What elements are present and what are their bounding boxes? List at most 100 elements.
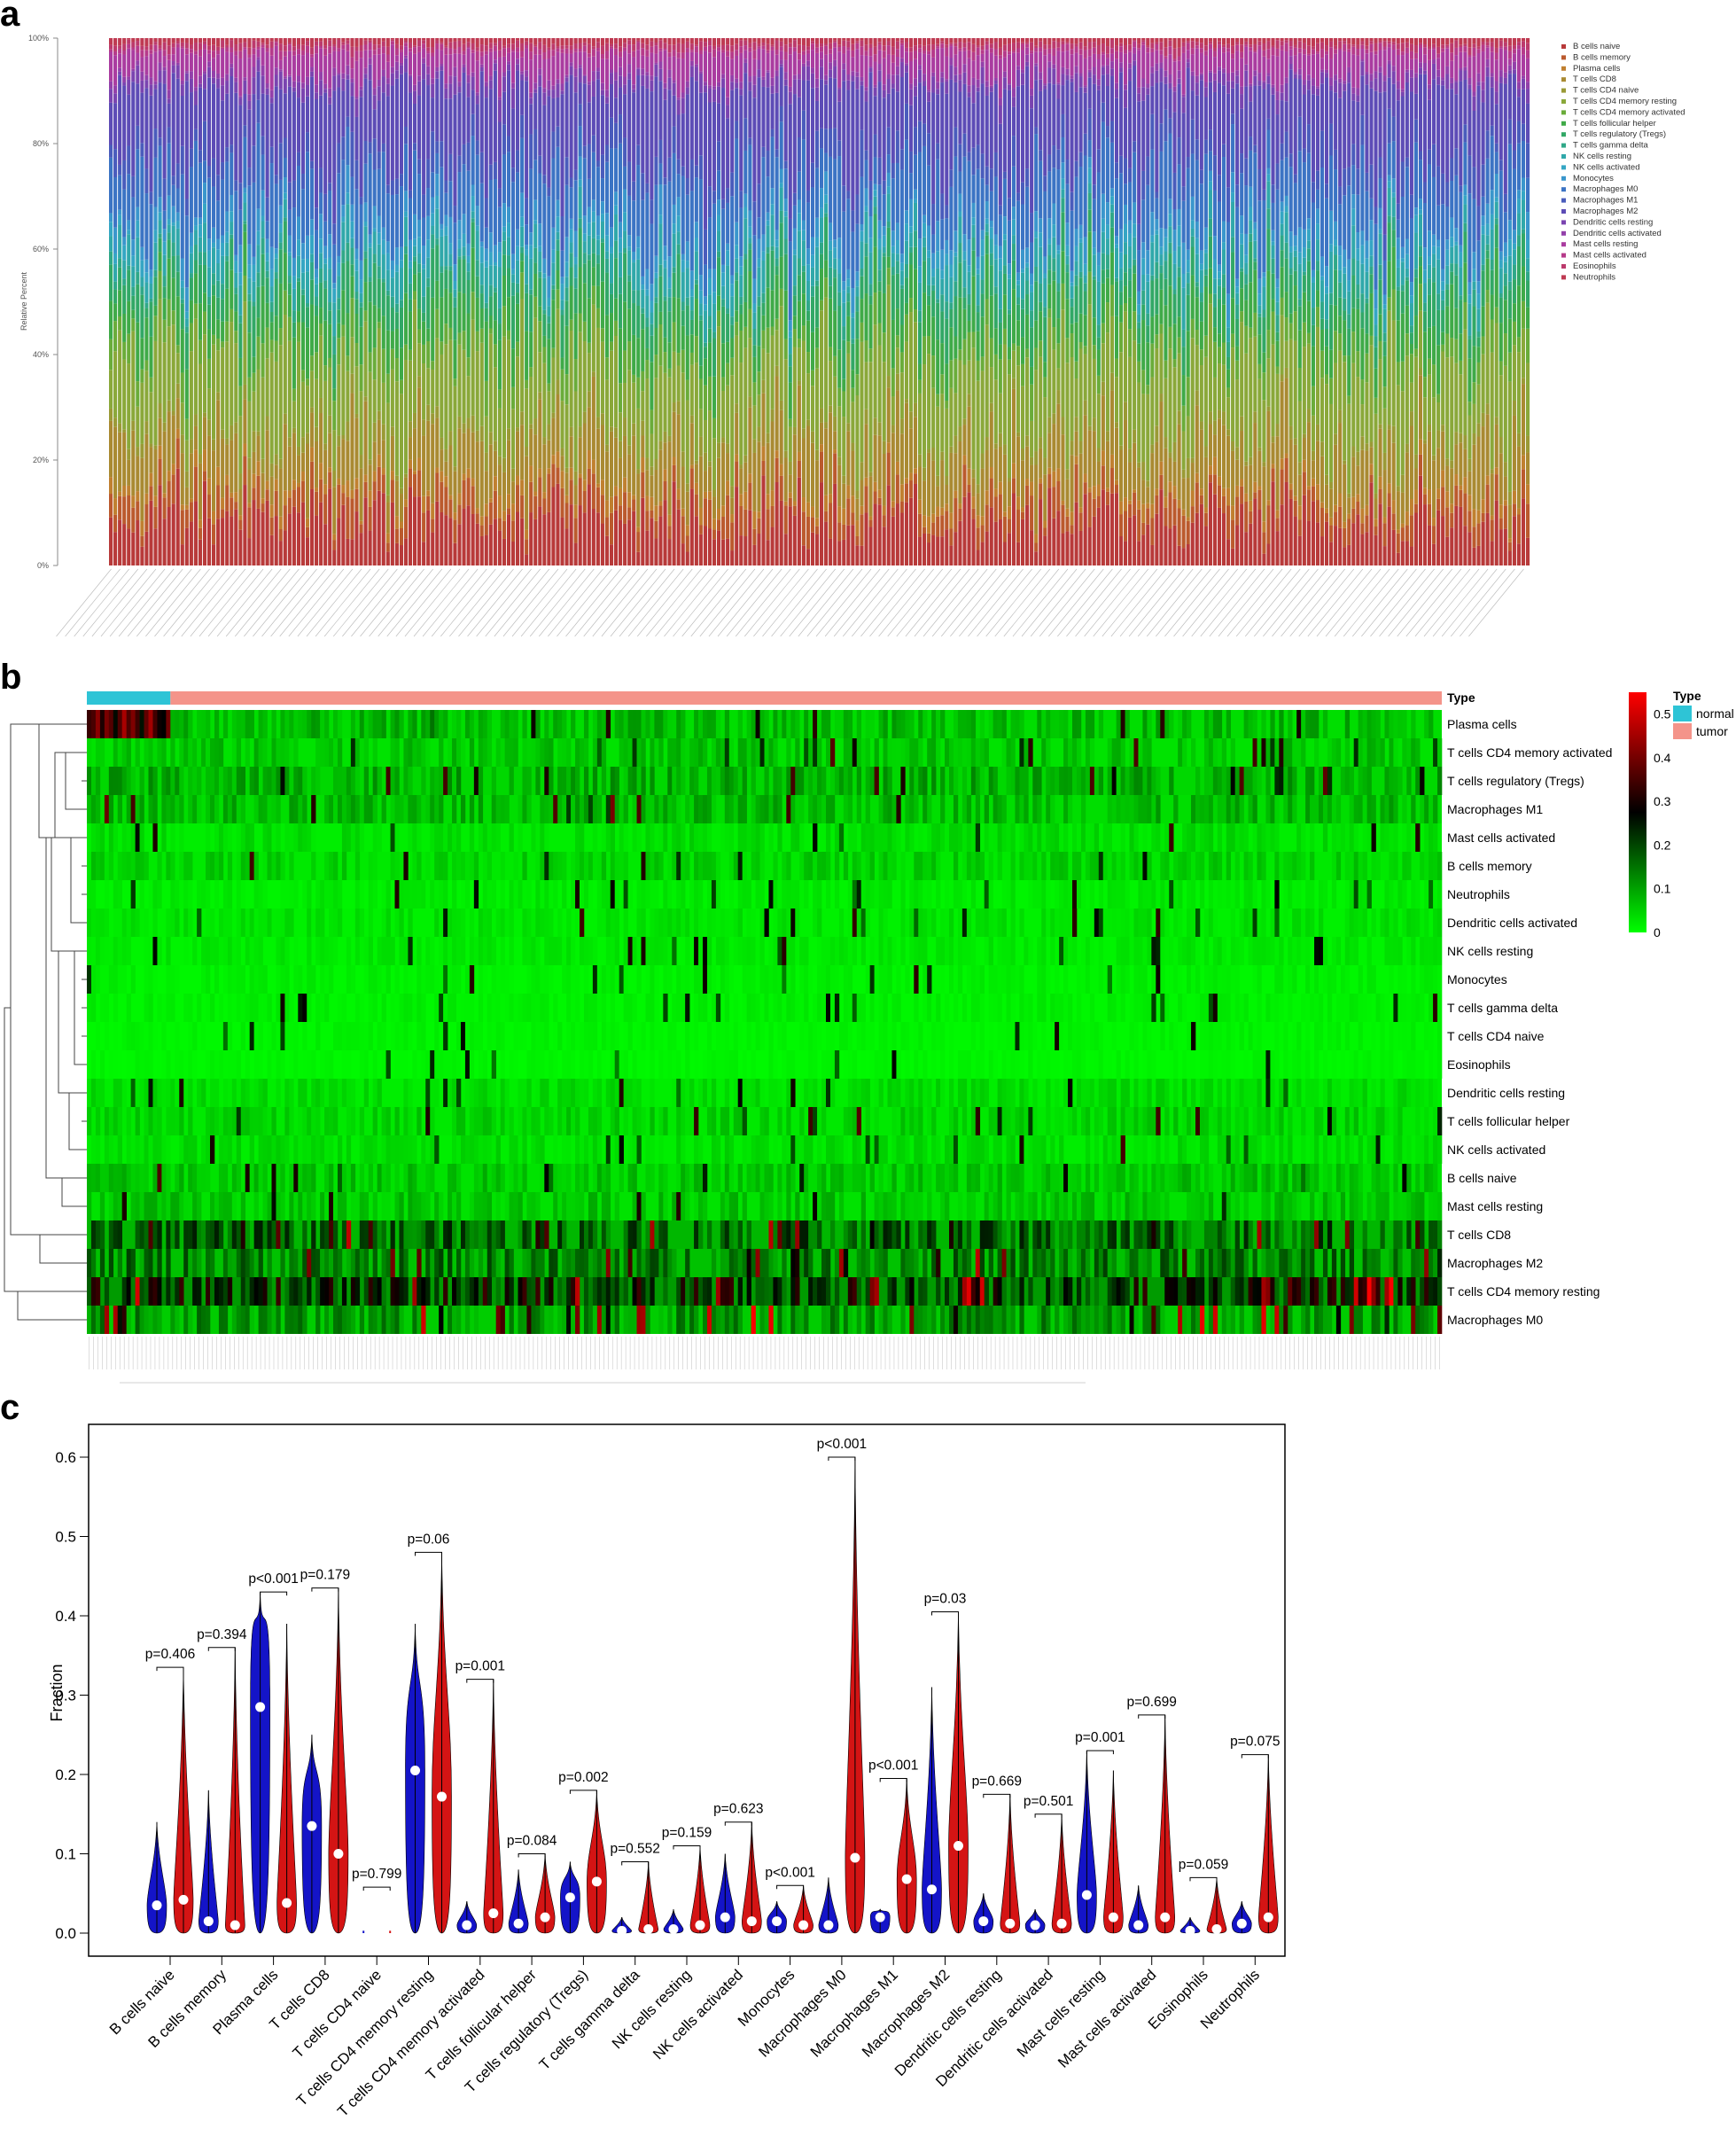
stacked-bar-segment — [936, 221, 940, 252]
stacked-bar-segment — [748, 38, 752, 43]
stacked-bar-segment — [140, 294, 144, 339]
stacked-bar-segment — [560, 284, 564, 300]
stacked-bar-segment — [256, 369, 261, 432]
stacked-bar-segment — [829, 494, 833, 503]
stacked-bar-segment — [792, 205, 797, 229]
stacked-bar-segment — [158, 445, 162, 459]
stacked-bar-segment — [609, 341, 614, 351]
stacked-bar-segment — [525, 456, 529, 530]
stacked-bar-segment — [927, 38, 931, 45]
stacked-bar-segment — [667, 77, 672, 90]
stacked-bar-segment — [864, 55, 868, 88]
stacked-bar-segment — [198, 539, 203, 565]
stacked-bar-segment — [868, 180, 873, 200]
stacked-bar-segment — [730, 172, 735, 197]
stacked-bar-segment — [525, 539, 529, 555]
stacked-bar-segment — [488, 89, 493, 165]
stacked-bar-segment — [440, 272, 444, 298]
stacked-bar-segment — [917, 379, 922, 394]
stacked-bar-segment — [1052, 280, 1056, 328]
stacked-bar-segment — [685, 297, 689, 306]
stacked-bar-segment — [399, 300, 403, 308]
stacked-bar-segment — [1087, 157, 1092, 168]
stacked-bar-segment — [542, 437, 547, 445]
stacked-bar-segment — [681, 508, 685, 517]
stacked-bar-segment — [278, 143, 283, 180]
stacked-bar-segment — [252, 431, 256, 452]
stacked-bar-segment — [292, 207, 296, 258]
stacked-bar-segment — [516, 40, 520, 48]
stacked-bar-segment — [980, 66, 985, 84]
stacked-bar-segment — [493, 59, 497, 64]
stacked-bar-segment — [198, 264, 203, 304]
stacked-bar-segment — [171, 38, 175, 43]
stacked-bar-segment — [1083, 415, 1087, 474]
stacked-bar-segment — [636, 469, 641, 474]
stacked-bar-segment — [676, 365, 681, 402]
stacked-bar-segment — [873, 84, 877, 88]
stacked-bar-segment — [399, 38, 403, 46]
stacked-bar-segment — [144, 56, 149, 75]
stacked-bar-segment — [703, 419, 707, 453]
stacked-bar-segment — [390, 471, 394, 480]
stacked-bar-segment — [707, 466, 712, 492]
stacked-bar-segment — [775, 157, 779, 230]
stacked-bar-segment — [1030, 273, 1034, 285]
stacked-bar-segment — [1118, 322, 1124, 353]
stacked-bar-segment — [1078, 76, 1083, 88]
stacked-bar-segment — [632, 181, 636, 201]
stacked-bar-segment — [198, 339, 203, 364]
stacked-bar-segment — [842, 339, 846, 379]
stacked-bar-segment — [904, 502, 908, 565]
stacked-bar-segment — [707, 269, 712, 278]
stacked-bar-segment — [296, 38, 300, 44]
stacked-bar-segment — [216, 175, 221, 201]
stacked-bar-segment — [556, 239, 560, 251]
stacked-bar-segment — [1074, 91, 1078, 161]
stacked-bar-segment — [180, 504, 184, 511]
stacked-bar-segment — [175, 398, 180, 429]
stacked-bar-segment — [122, 82, 127, 86]
stacked-bar-segment — [538, 223, 542, 246]
stacked-bar-segment — [564, 261, 569, 277]
stacked-bar-segment — [810, 73, 815, 89]
stacked-bar-segment — [1109, 204, 1114, 213]
stacked-bar-segment — [488, 164, 493, 181]
stacked-bar-segment — [712, 203, 717, 269]
stacked-bar-segment — [564, 53, 569, 75]
stacked-bar-segment — [667, 52, 672, 58]
stacked-bar-segment — [230, 497, 234, 517]
stacked-bar-segment — [954, 54, 958, 67]
stacked-bar-segment — [1096, 324, 1101, 338]
stacked-bar-segment — [497, 50, 502, 58]
stacked-bar-segment — [689, 319, 694, 335]
stacked-bar-segment — [381, 53, 385, 70]
stacked-bar-segment — [650, 466, 654, 476]
stacked-bar-segment — [619, 238, 623, 253]
stacked-bar-segment — [703, 452, 707, 472]
stacked-bar-segment — [484, 471, 488, 504]
stacked-bar-segment — [721, 437, 726, 443]
stacked-bar-segment — [113, 227, 118, 253]
stacked-bar-segment — [529, 104, 533, 135]
stacked-bar-segment — [158, 212, 162, 221]
stacked-bar-segment — [274, 258, 278, 273]
stacked-bar-segment — [904, 302, 908, 315]
stacked-bar-segment — [390, 44, 394, 67]
stacked-bar-segment — [886, 285, 891, 377]
stacked-bar-segment — [193, 51, 198, 55]
stacked-bar-segment — [820, 310, 824, 409]
stacked-bar-segment — [1061, 417, 1065, 435]
stacked-bar-segment — [873, 87, 877, 97]
stacked-bar-segment — [319, 397, 323, 414]
stacked-bar-segment — [904, 341, 908, 400]
stacked-bar-segment — [533, 89, 538, 93]
stacked-bar-segment — [440, 50, 444, 64]
stacked-bar-segment — [381, 278, 385, 283]
stacked-bar-segment — [801, 511, 806, 546]
stacked-bar-segment — [908, 480, 914, 498]
stacked-bar-segment — [882, 441, 886, 454]
stacked-bar-segment — [167, 195, 171, 220]
stacked-bar-segment — [359, 90, 363, 97]
stacked-bar-segment — [305, 38, 310, 42]
